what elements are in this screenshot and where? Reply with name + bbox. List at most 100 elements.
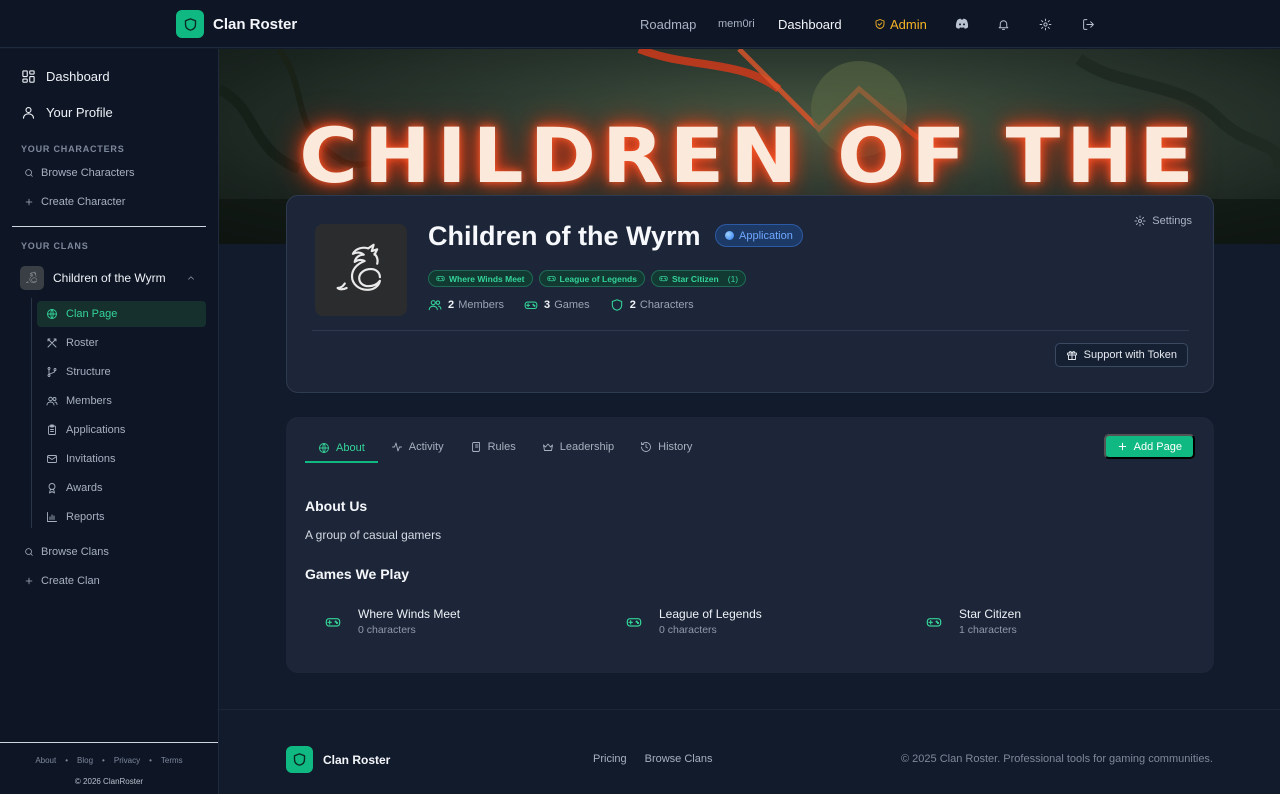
tab-activity[interactable]: Activity bbox=[378, 434, 457, 460]
gift-icon bbox=[1066, 349, 1078, 361]
gamepad-icon bbox=[926, 614, 942, 630]
settings-button[interactable] bbox=[1039, 0, 1052, 48]
sidebar-item-label: Create Clan bbox=[41, 575, 100, 587]
game-card[interactable]: Star Citizen 1 characters bbox=[926, 607, 1021, 636]
add-page-button[interactable]: Add Page bbox=[1103, 434, 1195, 459]
dragon-icon bbox=[25, 271, 39, 285]
gamepad-icon bbox=[524, 298, 538, 312]
sidebar-item-label: Browse Characters bbox=[41, 167, 135, 179]
sidebar-copyright: © 2026 ClanRoster bbox=[74, 777, 144, 786]
sidebar-item-label: Create Character bbox=[41, 196, 126, 208]
shield-check-icon bbox=[874, 18, 886, 30]
tab-leadership[interactable]: Leadership bbox=[529, 434, 627, 460]
clan-stats: 2 Members 3 Games 2 Characters bbox=[428, 298, 694, 312]
nav-admin-link[interactable]: Admin bbox=[874, 0, 927, 48]
game-card[interactable]: Where Winds Meet 0 characters bbox=[325, 607, 460, 636]
status-badge-label: Application bbox=[739, 229, 793, 242]
sidebar-clan-toggle[interactable]: Children of the Wyrm bbox=[20, 266, 206, 290]
footer-brand[interactable]: Clan Roster bbox=[286, 746, 390, 773]
award-icon bbox=[46, 482, 58, 494]
sidebar-item-label: Your Profile bbox=[46, 105, 113, 120]
sidebar-item-profile[interactable]: Your Profile bbox=[21, 105, 113, 120]
sidebar-item-browse-clans[interactable]: Browse Clans bbox=[24, 546, 109, 558]
gamepad-icon bbox=[325, 614, 341, 630]
clan-avatar bbox=[20, 266, 44, 290]
tab-about[interactable]: About bbox=[305, 434, 378, 463]
sidebar-clan-item-members[interactable]: Members bbox=[37, 388, 206, 414]
game-tag[interactable]: Star Citizen (1) bbox=[650, 270, 747, 287]
sidebar-item-label: Applications bbox=[66, 424, 126, 436]
sidebar-item-dashboard[interactable]: Dashboard bbox=[21, 69, 110, 84]
sidebar-divider bbox=[12, 226, 206, 227]
sidebar-item-create-character[interactable]: Create Character bbox=[24, 196, 125, 208]
brand-link[interactable]: Clan Roster bbox=[176, 10, 297, 38]
nav-dashboard-link[interactable]: Dashboard bbox=[778, 0, 842, 48]
shield-logo-icon bbox=[176, 10, 204, 38]
tab-rules[interactable]: Rules bbox=[457, 434, 529, 460]
footer-divider bbox=[219, 709, 1280, 710]
footer-link-browse-clans[interactable]: Browse Clans bbox=[645, 753, 713, 765]
game-card[interactable]: League of Legends 0 characters bbox=[626, 607, 762, 636]
sidebar-clan-item-roster[interactable]: Roster bbox=[37, 330, 206, 356]
footer-links: Pricing Browse Clans bbox=[593, 753, 712, 765]
stat-label: Characters bbox=[639, 299, 694, 311]
tab-label: Activity bbox=[408, 441, 444, 453]
chevron-up-icon bbox=[186, 273, 196, 283]
clipboard-icon bbox=[46, 424, 58, 436]
sidebar: Dashboard Your Profile YOUR CHARACTERS B… bbox=[0, 49, 219, 794]
history-icon bbox=[640, 441, 652, 453]
tab-label: Rules bbox=[487, 441, 516, 453]
nav-admin-label: Admin bbox=[890, 16, 927, 32]
nav-roadmap-link[interactable]: Roadmap bbox=[640, 0, 696, 48]
search-icon bbox=[24, 168, 34, 178]
footer-brand-name: Clan Roster bbox=[323, 752, 391, 767]
logout-button[interactable] bbox=[1082, 0, 1095, 48]
dashboard-grid-icon bbox=[21, 69, 36, 84]
tab-history[interactable]: History bbox=[627, 434, 705, 460]
sidebar-item-browse-characters[interactable]: Browse Characters bbox=[24, 167, 135, 179]
footer-link-about[interactable]: About bbox=[35, 756, 56, 765]
game-tag-label: Where Winds Meet bbox=[449, 273, 525, 284]
separator-dot: • bbox=[65, 756, 69, 765]
stat-label: Games bbox=[554, 299, 590, 311]
separator-dot: • bbox=[149, 756, 152, 765]
discord-button[interactable] bbox=[954, 0, 970, 48]
sidebar-clan-item-clan-page[interactable]: Clan Page bbox=[37, 301, 206, 327]
game-name: Star Citizen bbox=[959, 607, 1022, 621]
sidebar-item-create-clan[interactable]: Create Clan bbox=[24, 575, 100, 587]
footer-link-blog[interactable]: Blog bbox=[77, 756, 93, 765]
nav-username-link[interactable]: mem0ri bbox=[718, 0, 755, 48]
plus-icon bbox=[24, 576, 34, 586]
footer-link-privacy[interactable]: Privacy bbox=[114, 756, 140, 765]
gamepad-icon bbox=[626, 614, 642, 630]
add-page-label: Add Page bbox=[1133, 440, 1182, 453]
about-text: A group of casual gamers bbox=[305, 528, 442, 542]
sidebar-clan-item-awards[interactable]: Awards bbox=[37, 475, 206, 501]
clan-settings-button[interactable]: Settings bbox=[1134, 215, 1192, 227]
clan-tree-line bbox=[31, 298, 32, 528]
footer-link-pricing[interactable]: Pricing bbox=[593, 753, 627, 765]
logout-icon bbox=[1082, 18, 1095, 31]
game-tag[interactable]: League of Legends bbox=[538, 270, 645, 287]
clan-header-card: Children of the Wyrm Application Setting… bbox=[286, 195, 1214, 393]
games-heading: Games We Play bbox=[305, 566, 410, 582]
clan-tabs: About Activity Rules Leadership History bbox=[305, 434, 705, 463]
clan-settings-label: Settings bbox=[1152, 215, 1192, 227]
sidebar-clan-item-reports[interactable]: Reports bbox=[37, 504, 206, 530]
sidebar-clan-item-structure[interactable]: Structure bbox=[37, 359, 206, 385]
clan-content-card: About Activity Rules Leadership History Add … bbox=[286, 417, 1214, 673]
crown-icon bbox=[542, 441, 554, 453]
sidebar-clan-item-applications[interactable]: Applications bbox=[37, 417, 206, 443]
notifications-button[interactable] bbox=[997, 0, 1010, 48]
footer-link-terms[interactable]: Terms bbox=[161, 756, 183, 765]
game-character-count: 1 characters bbox=[959, 624, 1017, 636]
users-icon bbox=[428, 298, 442, 312]
sidebar-item-label: Awards bbox=[66, 482, 103, 494]
game-name: League of Legends bbox=[659, 607, 762, 621]
status-badge: Application bbox=[715, 224, 803, 247]
game-tag[interactable]: Where Winds Meet bbox=[428, 270, 533, 287]
sidebar-clan-item-invitations[interactable]: Invitations bbox=[37, 446, 206, 472]
support-with-token-button[interactable]: Support with Token bbox=[1054, 343, 1188, 367]
game-tag-count: (1) bbox=[727, 273, 739, 284]
game-tag-label: Star Citizen bbox=[671, 273, 719, 284]
